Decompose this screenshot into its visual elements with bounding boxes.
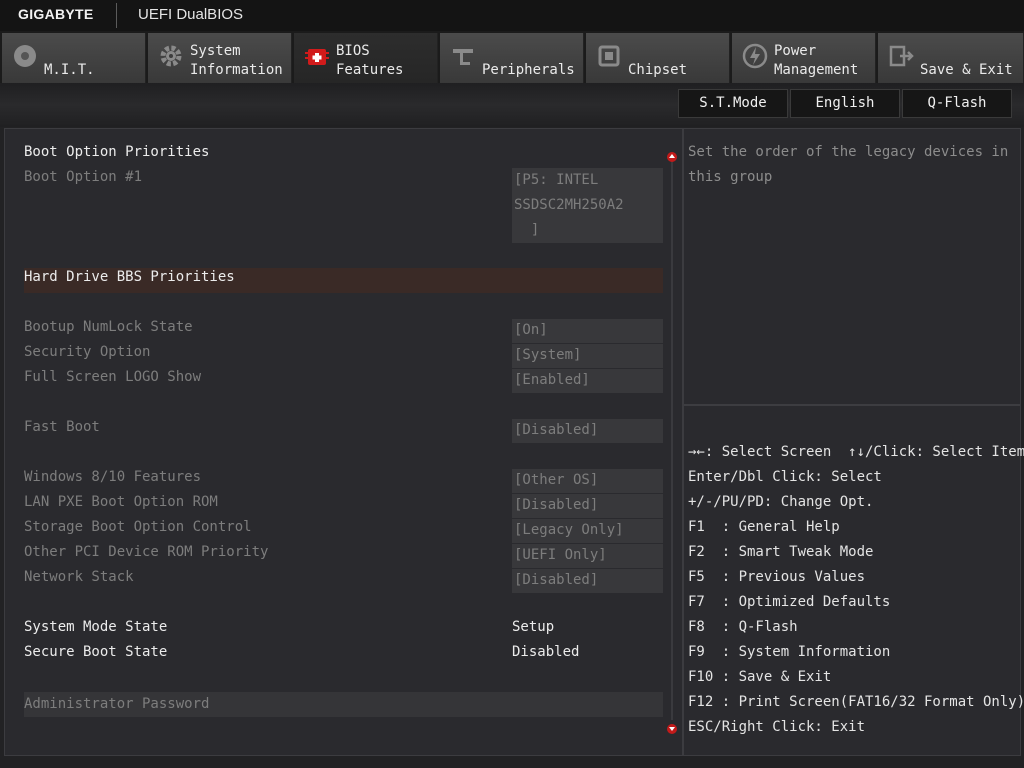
brand-logo: GIGABYTE <box>18 6 94 22</box>
full-screen-logo-label[interactable]: Full Screen LOGO Show <box>24 365 201 390</box>
key-legend-line: F5 : Previous Values <box>688 569 866 585</box>
scroll-down-icon[interactable] <box>667 724 677 734</box>
windows-features-label[interactable]: Windows 8/10 Features <box>24 465 201 490</box>
key-legend-line: F10 : Save & Exit <box>688 669 832 685</box>
boot-option-1-value[interactable]: [P5: INTEL SSDSC2MH250A2 ] <box>512 168 663 243</box>
key-legend-line: ESC/Right Click: Exit <box>688 719 866 735</box>
tab-power-line1: Power <box>774 43 817 59</box>
storage-boot-value[interactable]: [Legacy Only] <box>512 519 663 543</box>
bootup-numlock-value[interactable]: [On] <box>512 319 663 343</box>
main-tabs: M.I.T. System Information BIOS Features … <box>0 31 1024 83</box>
exit-icon <box>889 45 914 67</box>
key-legend-line: F7 : Optimized Defaults <box>688 594 891 610</box>
item-help-text: Set the order of the legacy devices in t… <box>688 144 1009 185</box>
tab-bios-features[interactable]: BIOS Features <box>294 33 438 83</box>
tab-system-line2: Information <box>190 62 283 78</box>
network-stack-label[interactable]: Network Stack <box>24 565 134 590</box>
tab-bios-line1: BIOS <box>336 43 370 59</box>
boot-option-priorities-heading: Boot Option Priorities <box>24 144 210 160</box>
windows-features-value[interactable]: [Other OS] <box>512 469 663 493</box>
tab-mit-label: M.I.T. <box>44 62 95 78</box>
st-mode-button[interactable]: S.T.Mode <box>678 89 788 118</box>
security-option-label[interactable]: Security Option <box>24 340 150 365</box>
scrollbar-track[interactable] <box>671 160 673 720</box>
chip-icon <box>598 45 620 67</box>
tab-peripherals[interactable]: Peripherals <box>440 33 584 83</box>
brand-divider <box>116 3 117 28</box>
key-legend-line: F2 : Smart Tweak Mode <box>688 544 874 560</box>
key-legend-line: F8 : Q-Flash <box>688 619 798 635</box>
tab-mit[interactable]: M.I.T. <box>2 33 146 83</box>
tab-save-exit-label: Save & Exit <box>920 62 1013 78</box>
key-legend-line: Enter/Dbl Click: Select <box>688 469 882 485</box>
key-legend-line: +/-/PU/PD: Change Opt. <box>688 494 874 510</box>
scroll-up-icon[interactable] <box>667 152 677 162</box>
language-button[interactable]: English <box>790 89 900 118</box>
title-bar: GIGABYTE UEFI DualBIOS <box>0 0 1024 31</box>
hard-drive-bbs-priorities[interactable]: Hard Drive BBS Priorities <box>24 265 235 290</box>
tab-chipset-label: Chipset <box>628 62 688 78</box>
help-panel-divider <box>684 404 1020 406</box>
tab-save-exit[interactable]: Save & Exit <box>878 33 1024 83</box>
tab-peripherals-label: Peripherals <box>482 62 575 78</box>
key-legend-line: →←: Select Screen ↑↓/Click: Select Item <box>688 444 1024 460</box>
bootup-numlock-label[interactable]: Bootup NumLock State <box>24 315 193 340</box>
storage-boot-label[interactable]: Storage Boot Option Control <box>24 515 252 540</box>
tab-power-management[interactable]: Power Management <box>732 33 876 83</box>
network-stack-value[interactable]: [Disabled] <box>512 569 663 593</box>
full-screen-logo-value[interactable]: [Enabled] <box>512 369 663 393</box>
lan-pxe-value[interactable]: [Disabled] <box>512 494 663 518</box>
bios-chip-icon <box>305 49 329 65</box>
tab-bios-line2: Features <box>336 62 404 78</box>
tab-chipset[interactable]: Chipset <box>586 33 730 83</box>
key-legend-line: F9 : System Information <box>688 644 891 660</box>
tab-system-line1: System <box>190 43 241 59</box>
security-option-value[interactable]: [System] <box>512 344 663 368</box>
administrator-password[interactable]: Administrator Password <box>24 692 663 717</box>
key-legend-line: F12 : Print Screen(FAT16/32 Format Only) <box>688 694 1024 710</box>
power-icon <box>742 43 768 69</box>
lan-pxe-label[interactable]: LAN PXE Boot Option ROM <box>24 490 218 515</box>
other-pci-value[interactable]: [UEFI Only] <box>512 544 663 568</box>
system-mode-state-value: Setup <box>512 619 555 635</box>
system-mode-state-label: System Mode State <box>24 619 168 635</box>
disc-icon <box>14 45 36 67</box>
q-flash-button[interactable]: Q-Flash <box>902 89 1012 118</box>
tab-power-line2: Management <box>774 62 859 78</box>
key-legend-line: F1 : General Help <box>688 519 840 535</box>
connector-icon <box>453 49 473 65</box>
key-legend: →←: Select Screen ↑↓/Click: Select Item E… <box>688 440 1024 740</box>
secure-boot-state-value: Disabled <box>512 644 580 660</box>
tab-system-information[interactable]: System Information <box>148 33 292 83</box>
gear-icon <box>160 45 182 67</box>
other-pci-label[interactable]: Other PCI Device ROM Priority <box>24 540 268 565</box>
fast-boot-label[interactable]: Fast Boot <box>24 415 100 440</box>
secure-boot-state-label: Secure Boot State <box>24 644 168 660</box>
boot-option-1-label[interactable]: Boot Option #1 <box>24 165 142 190</box>
bios-subtitle: UEFI DualBIOS <box>138 6 244 23</box>
fast-boot-value[interactable]: [Disabled] <box>512 419 663 443</box>
